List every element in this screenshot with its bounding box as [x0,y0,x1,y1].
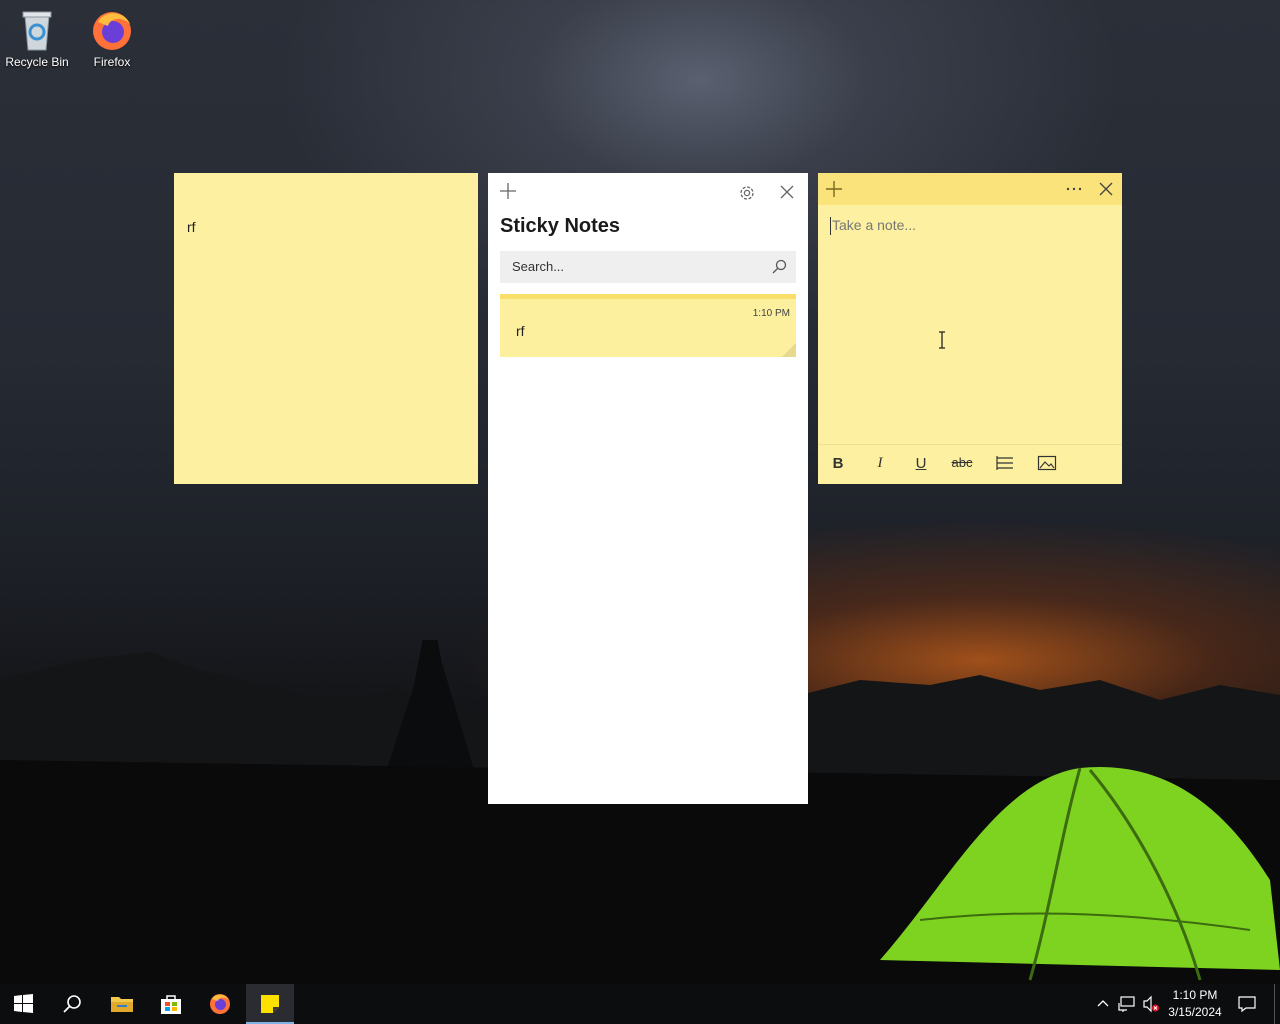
sticky-notes-icon [261,995,279,1013]
action-center-button[interactable] [1232,984,1262,1024]
show-desktop-button[interactable] [1274,984,1280,1024]
image-icon [1037,455,1057,471]
search-placeholder: Search... [512,259,565,274]
note-timestamp: 1:10 PM [752,308,790,319]
volume-button[interactable] [1140,984,1162,1024]
recycle-bin-icon [15,8,59,52]
close-icon [1099,182,1113,196]
close-button[interactable] [778,183,796,201]
plus-icon [500,183,516,199]
desktop-icon-label: Recycle Bin [5,55,69,69]
note-corner-fold [782,343,796,357]
text-cursor-icon [939,331,945,349]
wallpaper-tent [880,766,1280,981]
new-note-button[interactable] [825,180,843,198]
window-title: Sticky Notes [500,215,621,237]
plus-icon [826,181,842,197]
new-note-button[interactable] [498,181,518,201]
notification-icon [1238,996,1256,1013]
taskbar: 1:10 PM 3/15/2024 [0,984,1280,1024]
start-button[interactable] [0,984,48,1024]
clock[interactable]: 1:10 PM 3/15/2024 [1162,987,1228,1021]
settings-button[interactable] [737,183,757,203]
search-button[interactable] [48,984,96,1024]
clock-date: 3/15/2024 [1168,1005,1222,1019]
show-hidden-icons-button[interactable] [1094,984,1112,1024]
underline-button[interactable]: U [909,455,933,475]
volume-muted-icon [1143,995,1159,1013]
gear-icon [740,186,754,200]
formatting-toolbar: B I U abc [818,444,1122,485]
desktop-icon-recycle-bin[interactable]: Recycle Bin [1,8,73,69]
sticky-note-existing[interactable]: rf [174,173,478,484]
italic-button[interactable]: I [868,455,892,475]
chevron-up-icon [1097,1000,1109,1007]
clock-time: 1:10 PM [1172,988,1218,1002]
sticky-notes-taskbar-button[interactable] [246,984,294,1024]
close-icon [780,185,794,199]
sticky-notes-list-window: Sticky Notes Search... 1:10 PM rf [488,173,808,804]
strikethrough-button[interactable]: abc [946,455,978,475]
close-note-button[interactable] [1098,180,1114,198]
bold-button[interactable]: B [826,455,850,475]
file-explorer-button[interactable] [98,984,146,1024]
store-button[interactable] [147,984,195,1024]
bullets-button[interactable] [993,455,1017,475]
network-button[interactable] [1116,984,1138,1024]
search-input[interactable]: Search... [500,251,796,283]
firefox-icon [90,8,134,52]
firefox-icon [210,994,230,1014]
firefox-taskbar-button[interactable] [196,984,244,1024]
insert-image-button[interactable] [1035,455,1059,475]
search-icon [63,995,81,1013]
folder-icon [111,997,133,1012]
more-icon [1066,187,1082,191]
bulleted-list-icon [996,456,1013,470]
sticky-note-new: Take a note... B I U abc [818,173,1122,484]
menu-button[interactable] [1064,180,1084,198]
desktop-icon-label: Firefox [93,55,131,69]
windows-logo-icon [14,994,33,1013]
note-text-input[interactable]: Take a note... [830,217,1110,235]
search-icon[interactable] [770,258,788,276]
desktop-icon-firefox[interactable]: Firefox [76,8,148,69]
note-content[interactable]: rf [187,219,196,235]
network-icon [1118,996,1135,1012]
note-list-item[interactable]: 1:10 PM rf [500,294,796,357]
store-icon [161,995,181,1014]
note-preview-text: rf [516,323,525,339]
